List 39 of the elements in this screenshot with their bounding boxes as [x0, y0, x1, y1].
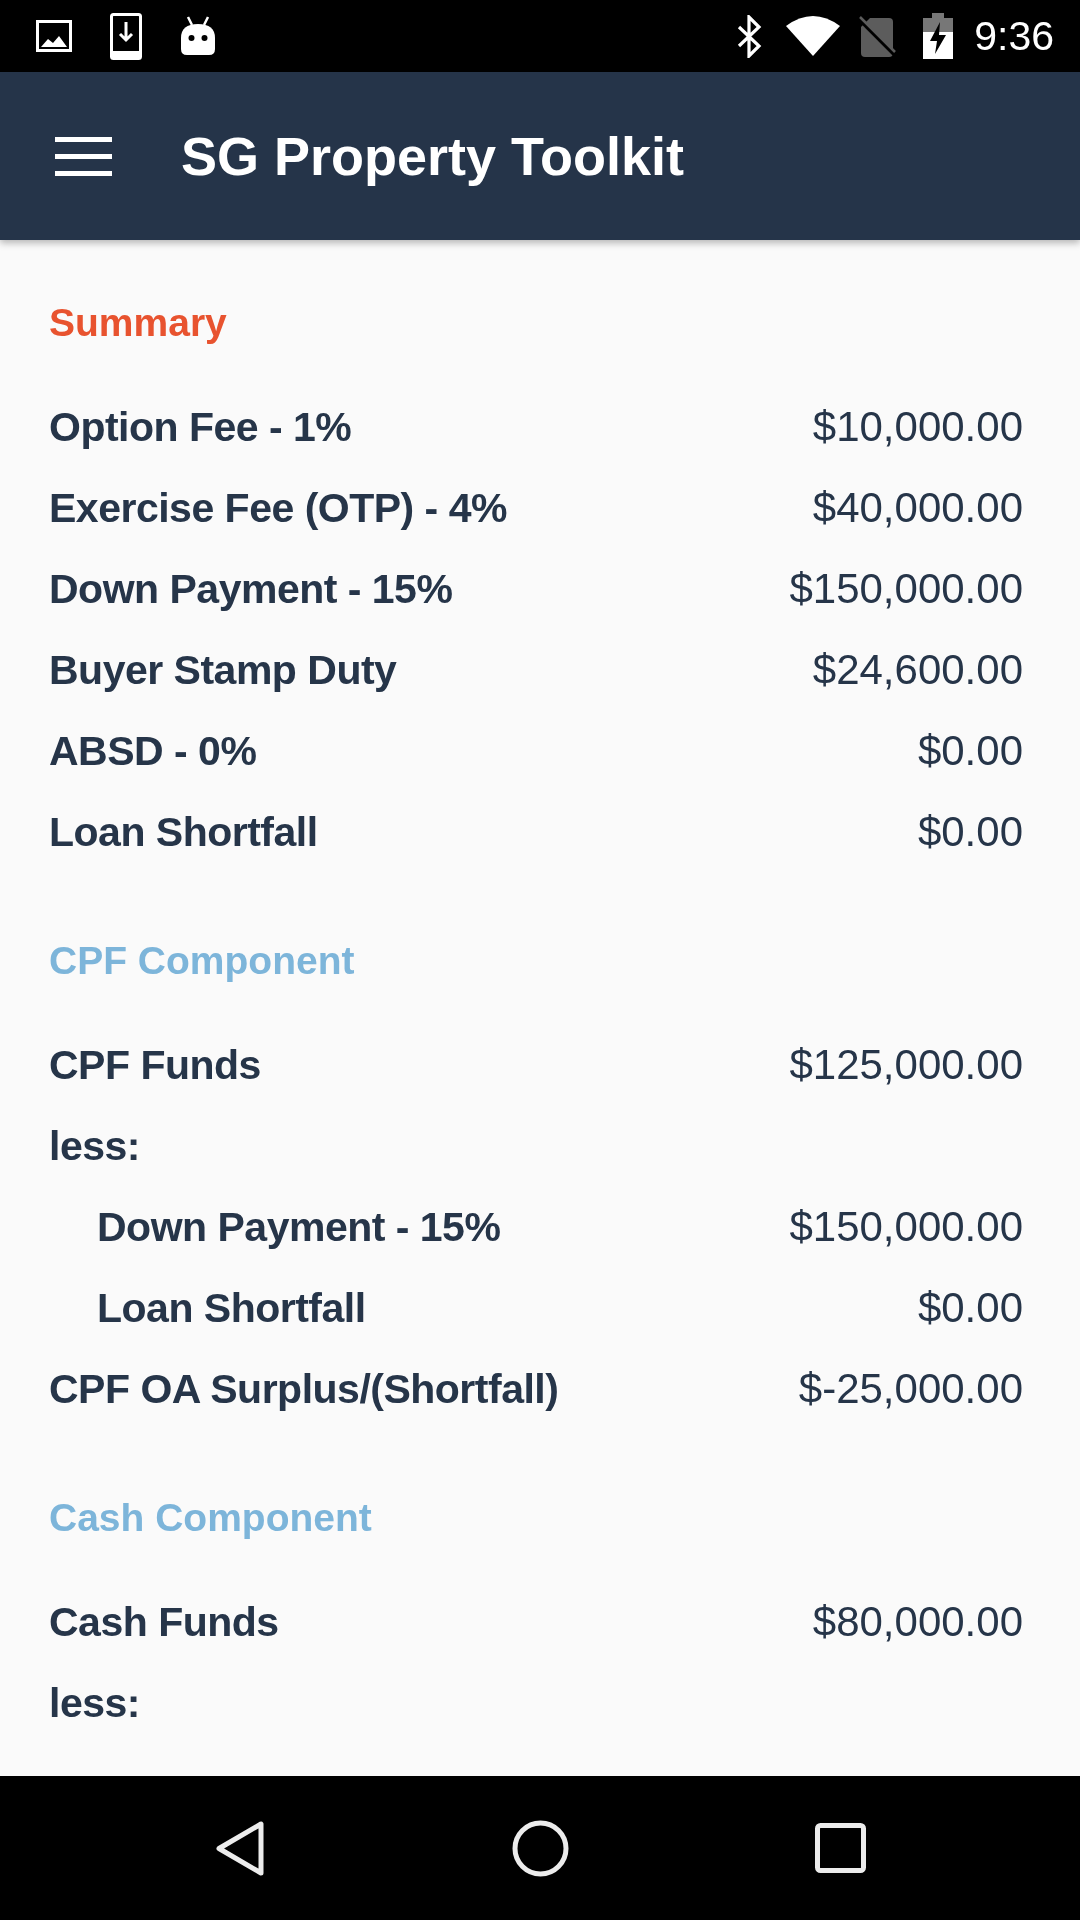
row-value: $80,000.00 [812, 1596, 1023, 1647]
row-value: $0.00 [917, 1282, 1023, 1333]
recents-icon[interactable] [814, 1823, 866, 1873]
wifi-icon [786, 16, 841, 56]
row-label: Down Payment - 15% [49, 564, 453, 614]
app-title: SG Property Toolkit [181, 125, 685, 188]
row-label: Loan Shortfall [49, 807, 318, 857]
row-label: Down Payment - 15% [97, 1202, 501, 1252]
row-label: Exercise Fee (OTP) - 4% [49, 483, 507, 533]
row-label: less: [49, 1121, 140, 1171]
row-label: Buyer Stamp Duty [49, 645, 397, 695]
section-header: Summary [49, 300, 227, 346]
row-label: CPF Funds [49, 1040, 261, 1090]
row-label: less: [49, 1678, 140, 1728]
row-label: CPF OA Surplus/(Shortfall) [49, 1364, 559, 1414]
row-value: $10,000.00 [812, 401, 1023, 452]
section-header: Cash Component [49, 1495, 372, 1541]
image-icon [36, 20, 72, 52]
row-value: $-25,000.00 [798, 1363, 1023, 1414]
section-header: CPF Component [49, 938, 355, 984]
row-label: Option Fee - 1% [49, 402, 352, 452]
row-value: $40,000.00 [812, 482, 1023, 533]
row-label: Cash Funds [49, 1597, 279, 1647]
row-label: Loan Shortfall [97, 1283, 366, 1333]
back-icon[interactable] [215, 1819, 265, 1877]
robot-icon [180, 16, 216, 56]
row-value: $125,000.00 [789, 1039, 1023, 1090]
status-time: 9:36 [974, 12, 1054, 60]
row-label: ABSD - 0% [49, 726, 257, 776]
row-value: $150,000.00 [789, 1201, 1023, 1252]
download-icon [110, 12, 142, 60]
row-value: $24,600.00 [812, 644, 1023, 695]
battery-charging-icon [922, 13, 955, 59]
menu-icon[interactable] [55, 136, 112, 176]
home-icon[interactable] [511, 1819, 569, 1877]
row-value: $0.00 [917, 806, 1023, 857]
row-value: $0.00 [917, 725, 1023, 776]
no-sim-icon [858, 15, 897, 57]
row-value: $150,000.00 [789, 563, 1023, 614]
